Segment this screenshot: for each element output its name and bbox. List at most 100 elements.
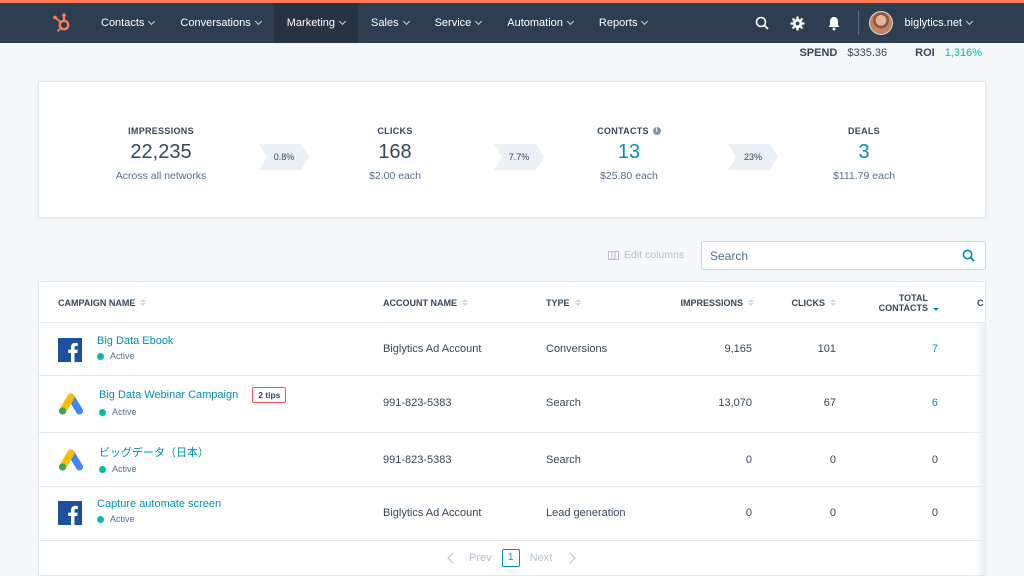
facebook-icon (58, 501, 82, 530)
info-icon[interactable]: i (652, 127, 661, 135)
campaign-cell: Big Data Ebook Active (97, 335, 173, 361)
status-label: Active (110, 351, 135, 361)
metric-value: 168 (378, 141, 412, 163)
campaign-cell: Capture automate screen Active (97, 498, 221, 524)
edit-columns-button[interactable]: Edit columns (608, 249, 684, 261)
campaign-name-link[interactable]: Big Data Ebook (97, 335, 173, 347)
chevron-down-icon (641, 17, 649, 26)
metric-label: IMPRESSIONS (128, 126, 194, 136)
funnel-card: IMPRESSIONS 22,235 Across all networks 0… (38, 81, 986, 218)
spend-roi-summary: SPEND $335.36 ROI 1,316% (799, 47, 982, 59)
bell-icon[interactable] (816, 3, 852, 43)
campaign-cell: Big Data Webinar Campaign 2 tips Active (99, 387, 287, 417)
nav-item-label: Reports (598, 17, 638, 29)
impressions-cell: 9,165 (724, 343, 752, 355)
rate-value: 0.8% (273, 152, 295, 162)
metric-sub: $111.79 each (832, 170, 896, 182)
tips-badge[interactable]: 2 tips (252, 387, 287, 403)
table-row: Big Data Ebook Active Biglytics Ad Accou… (39, 324, 985, 376)
type-cell: Search (546, 397, 581, 409)
prev-page-button[interactable]: Prev (447, 552, 492, 564)
chevron-down-icon (148, 17, 156, 26)
next-page-button[interactable]: Next (529, 552, 576, 564)
spend-label: SPEND (799, 47, 838, 59)
metric-contacts: CONTACTS i 13 $25.80 each (539, 126, 719, 182)
metric-value[interactable]: 3 (774, 141, 954, 164)
header-label: TOTAL CONTACTS (879, 293, 928, 313)
nav-item-reports[interactable]: Reports (586, 3, 661, 43)
nav-item-contacts[interactable]: Contacts (88, 3, 167, 43)
status-badge: Active (99, 407, 286, 417)
clicks-cell: 101 (817, 343, 836, 355)
page-number-button[interactable]: 1 (501, 549, 520, 567)
column-header-impressions[interactable]: IMPRESSIONS (659, 282, 754, 323)
header-label: CLICKS (791, 297, 826, 308)
account-name: biglytics.net (904, 17, 962, 29)
status-badge: Active (97, 514, 221, 524)
nav-item-service[interactable]: Service (422, 3, 495, 43)
metric-label: DEALS (847, 126, 880, 136)
campaigns-table: CAMPAIGN NAME ACCOUNT NAME TYPE IMPRESSI… (38, 281, 986, 576)
chevron-left-icon (447, 552, 459, 564)
column-header-account-name[interactable]: ACCOUNT NAME (383, 282, 468, 323)
sort-descending-icon (933, 304, 939, 311)
header-label: ACCOUNT NAME (383, 297, 457, 308)
column-header-type[interactable]: TYPE (546, 282, 581, 323)
chevron-down-icon (402, 17, 410, 26)
column-header-truncated[interactable]: C (977, 282, 984, 323)
account-cell: Biglytics Ad Account (383, 343, 482, 355)
header-label: TYPE (546, 297, 570, 308)
top-navigation: Contacts Conversations Marketing Sales S… (0, 3, 1024, 43)
roi-value: 1,316% (944, 47, 982, 59)
column-header-clicks[interactable]: CLICKS (769, 282, 836, 323)
chevron-down-icon (254, 17, 262, 26)
metric-value[interactable]: 13 (539, 141, 719, 164)
nav-item-conversations[interactable]: Conversations (167, 3, 273, 43)
nav-item-marketing[interactable]: Marketing (273, 3, 359, 43)
conversion-rate-2: 7.7% (494, 144, 544, 170)
sort-icon (830, 299, 836, 306)
contacts-cell[interactable]: 7 (859, 343, 938, 355)
search-icon[interactable] (962, 249, 975, 267)
campaign-name-link[interactable]: Capture automate screen (97, 498, 221, 510)
next-label: Next (529, 552, 553, 564)
impressions-cell: 0 (745, 454, 752, 466)
roi-label: ROI (915, 47, 935, 59)
column-header-total-contacts[interactable]: TOTAL CONTACTS (859, 282, 939, 323)
nav-item-automation[interactable]: Automation (494, 3, 586, 43)
contacts-cell[interactable]: 6 (859, 397, 938, 409)
impressions-cell: 13,070 (718, 397, 752, 409)
column-header-campaign-name[interactable]: CAMPAIGN NAME (58, 282, 147, 323)
account-menu[interactable]: biglytics.net (904, 17, 974, 29)
sort-icon (462, 299, 468, 306)
nav-item-label: Conversations (180, 17, 251, 29)
hubspot-logo-icon[interactable] (36, 3, 88, 43)
sort-icon (748, 299, 754, 306)
sort-icon (574, 299, 581, 306)
header-label-line: TOTAL (898, 292, 928, 303)
status-dot-icon (97, 352, 104, 360)
type-cell: Search (546, 454, 581, 466)
google-ads-icon (58, 393, 84, 420)
nav-item-sales[interactable]: Sales (358, 3, 422, 43)
campaign-name-link[interactable]: ビッグデータ（日本） (99, 444, 209, 460)
nav-item-label: Marketing (286, 17, 336, 29)
gear-icon[interactable] (780, 3, 816, 43)
columns-icon (608, 250, 619, 260)
avatar[interactable] (868, 11, 893, 35)
metric-label-text: CONTACTS (597, 126, 649, 136)
status-badge: Active (99, 464, 209, 474)
header-label: C (977, 297, 984, 308)
metric-clicks: CLICKS 168 $2.00 each (305, 126, 485, 182)
contacts-cell: 0 (931, 454, 938, 466)
chevron-down-icon (965, 17, 974, 26)
chevron-right-icon (564, 552, 576, 564)
status-label: Active (110, 514, 135, 524)
clicks-cell: 0 (829, 454, 836, 466)
campaign-name-link[interactable]: Big Data Webinar Campaign (99, 389, 238, 401)
search-icon[interactable] (744, 3, 780, 43)
nav-item-label: Sales (371, 17, 399, 29)
table-row: Capture automate screen Active Biglytics… (39, 487, 985, 541)
account-cell: 991-823-5383 (383, 397, 452, 409)
search-input[interactable] (702, 242, 952, 269)
